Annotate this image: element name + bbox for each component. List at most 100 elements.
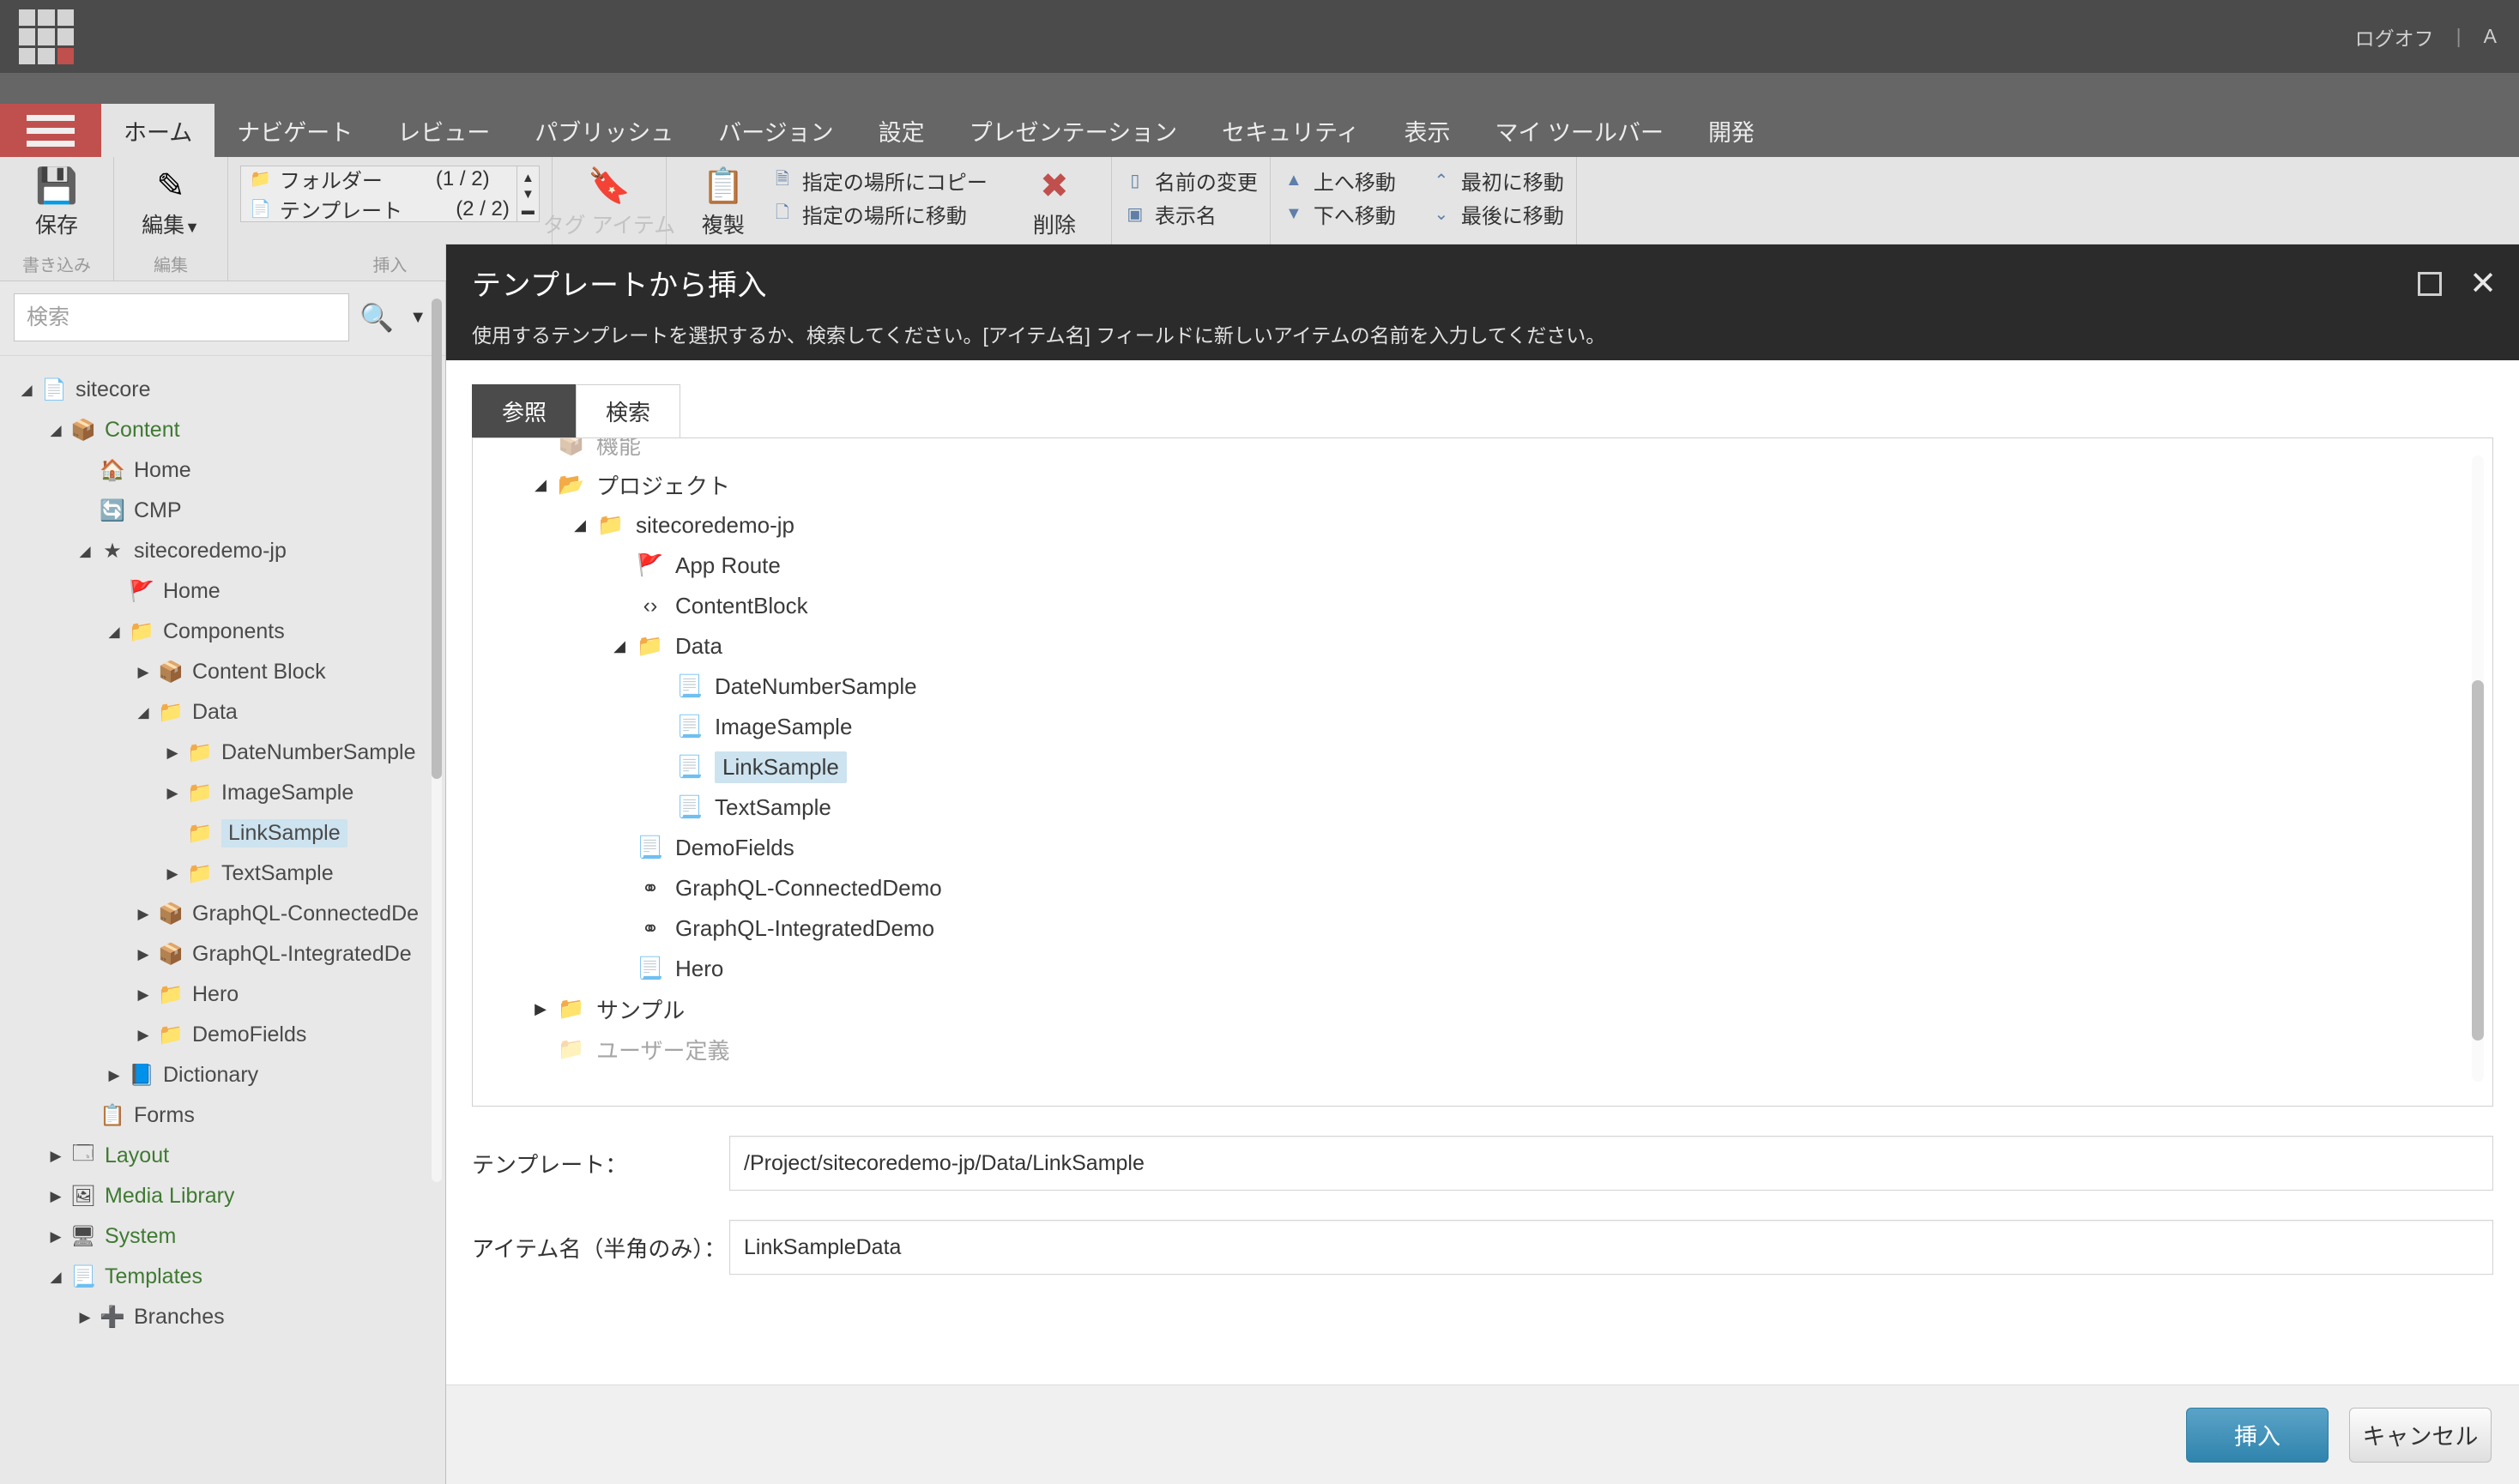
content-tree[interactable]: ◢ 📄 sitecore ◢ 📦 Content 🏠 Home 🔄 CMP ◢ ★ sitecorede… <box>0 355 445 1479</box>
duplicate-button[interactable]: 📋 複製 <box>679 162 768 239</box>
tab-versions[interactable]: バージョン <box>696 104 855 157</box>
maximize-icon[interactable] <box>2418 272 2443 296</box>
twisty-expanded-icon[interactable]: ◢ <box>101 624 127 641</box>
twisty-expanded-icon[interactable]: ◢ <box>526 476 555 494</box>
tree-node[interactable]: ◢ 📁 Data <box>473 626 2492 667</box>
twisty-expanded-icon[interactable]: ◢ <box>130 704 156 721</box>
display-name-button[interactable]: ▣ 表示名 <box>1124 199 1258 229</box>
tree-node[interactable]: 🚩 App Route <box>473 546 2492 586</box>
tree-node[interactable]: 📃 ImageSample <box>473 707 2492 747</box>
twisty-collapsed-icon[interactable]: ▶ <box>43 1228 69 1246</box>
chevron-down-icon[interactable]: ▼ <box>522 187 535 202</box>
twisty-expanded-icon[interactable]: ◢ <box>565 516 595 534</box>
twisty-expanded-icon[interactable]: ◢ <box>43 1269 69 1286</box>
tree-node[interactable]: ▶ ➕ Branches <box>0 1297 445 1337</box>
tree-node[interactable]: ◢ 📄 sitecore <box>0 370 445 410</box>
twisty-expanded-icon[interactable]: ◢ <box>14 382 39 399</box>
tree-node[interactable]: ▶ 🖥 System <box>0 1216 445 1257</box>
tree-node[interactable]: 🚩 Home <box>0 571 445 612</box>
tab-navigate[interactable]: ナビゲート <box>214 104 375 157</box>
sitecore-logo-icon[interactable] <box>19 9 74 64</box>
insert-gallery[interactable]: 📁 フォルダー (1 / 2) 📄 テンプレート (2 / 2) ▲ ▼ ▬ <box>240 164 540 224</box>
twisty-collapsed-icon[interactable]: ▶ <box>72 1309 98 1326</box>
twisty-collapsed-icon[interactable]: ▶ <box>160 745 185 762</box>
tree-node[interactable]: 📁 LinkSample <box>0 813 445 854</box>
tab-security[interactable]: セキュリティ <box>1199 104 1381 157</box>
tree-node[interactable]: ‹› ContentBlock <box>473 586 2492 626</box>
twisty-collapsed-icon[interactable]: ▶ <box>130 1027 156 1044</box>
template-tree[interactable]: 📦 機能 ◢ 📂 プロジェクト ◢ 📁 sitecoredemo-jp 🚩 App Route ‹›… <box>473 438 2492 1077</box>
rename-button[interactable]: ▯ 名前の変更 <box>1124 166 1258 196</box>
save-button[interactable]: 💾 保存 <box>12 162 101 239</box>
tree-node[interactable]: ◢ 📁 sitecoredemo-jp <box>473 505 2492 546</box>
cancel-button[interactable]: キャンセル <box>2349 1407 2492 1463</box>
move-to-button[interactable]: 🗋 指定の場所に移動 <box>771 199 988 229</box>
sidebar-scrollbar-thumb[interactable] <box>432 299 442 779</box>
tree-node[interactable]: ▶ 📁 DemoFields <box>0 1015 445 1055</box>
tab-view[interactable]: 表示 <box>1382 104 1473 157</box>
tree-node[interactable]: ◢ 📃 Templates <box>0 1257 445 1297</box>
move-last-button[interactable]: ⌄ 最後に移動 <box>1430 199 1563 229</box>
tree-node[interactable]: 📃 DateNumberSample <box>473 667 2492 707</box>
tree-node[interactable]: ◢ ★ sitecoredemo-jp <box>0 531 445 571</box>
twisty-collapsed-icon[interactable]: ▶ <box>526 1000 555 1018</box>
insert-button[interactable]: 挿入 <box>2186 1407 2329 1463</box>
tree-node[interactable]: 🏠 Home <box>0 450 445 491</box>
close-icon[interactable]: ✕ <box>2469 268 2497 300</box>
hamburger-menu-icon[interactable] <box>0 104 101 157</box>
tree-node[interactable]: ⚭ GraphQL-ConnectedDemo <box>473 868 2492 908</box>
template-tree-scrollbar-thumb[interactable] <box>2472 680 2484 1041</box>
tree-node[interactable]: 📁 ユーザー定義 <box>473 1029 2492 1070</box>
tree-node[interactable]: 📃 LinkSample <box>473 747 2492 787</box>
tree-node[interactable]: ▶ 📁 サンプル <box>473 989 2492 1029</box>
tree-node[interactable]: ◢ 📁 Data <box>0 692 445 733</box>
tree-node[interactable]: ◢ 📦 Content <box>0 410 445 450</box>
insert-gallery-spinner[interactable]: ▲ ▼ ▬ <box>516 166 539 221</box>
twisty-expanded-icon[interactable]: ◢ <box>43 422 69 439</box>
tree-node[interactable]: 🔄 CMP <box>0 491 445 531</box>
tab-search[interactable]: 検索 <box>576 384 681 437</box>
tab-developer[interactable]: 開発 <box>1686 104 1777 157</box>
user-label[interactable]: A <box>2484 25 2497 48</box>
tree-node[interactable]: ◢ 📁 Components <box>0 612 445 652</box>
twisty-collapsed-icon[interactable]: ▶ <box>130 906 156 923</box>
template-path-input[interactable] <box>729 1136 2493 1191</box>
tab-home[interactable]: ホーム <box>101 104 215 157</box>
logoff-link[interactable]: ログオフ <box>2355 22 2434 51</box>
twisty-collapsed-icon[interactable]: ▶ <box>43 1148 69 1165</box>
tab-review[interactable]: レビュー <box>375 104 512 157</box>
tab-browse[interactable]: 参照 <box>472 384 577 437</box>
tree-node[interactable]: ▶ 🖼 Media Library <box>0 1176 445 1216</box>
tree-node[interactable]: ▶ 📘 Dictionary <box>0 1055 445 1095</box>
insert-option-template[interactable]: 📄 テンプレート (2 / 2) <box>250 194 510 224</box>
tab-configure[interactable]: 設定 <box>856 104 947 157</box>
search-icon[interactable]: 🔍 <box>356 301 397 334</box>
template-tree-pane[interactable]: 📦 機能 ◢ 📂 プロジェクト ◢ 📁 sitecoredemo-jp 🚩 App Route ‹›… <box>472 437 2493 1107</box>
tree-node[interactable]: ▶ 📁 DateNumberSample <box>0 733 445 773</box>
edit-button[interactable]: ✎ 編集▼ <box>126 162 215 239</box>
tree-node[interactable]: 📃 TextSample <box>473 787 2492 828</box>
delete-button[interactable]: ✖ 削除 <box>1010 162 1099 239</box>
tree-node[interactable]: ▶ 📦 GraphQL-ConnectedDe <box>0 894 445 934</box>
move-down-button[interactable]: ▼ 下へ移動 <box>1283 199 1396 229</box>
copy-to-button[interactable]: 🗎 指定の場所にコピー <box>771 166 988 196</box>
chevron-down-icon[interactable]: ▼ <box>404 308 432 328</box>
tab-presentation[interactable]: プレゼンテーション <box>947 104 1199 157</box>
move-up-button[interactable]: ▲ 上へ移動 <box>1283 166 1396 196</box>
tree-node[interactable]: ▶ 📦 Content Block <box>0 652 445 692</box>
tree-node[interactable]: 📋 Forms <box>0 1095 445 1136</box>
twisty-collapsed-icon[interactable]: ▶ <box>160 785 185 802</box>
tab-publish[interactable]: パブリッシュ <box>512 104 696 157</box>
sidebar-scrollbar[interactable] <box>432 299 442 1182</box>
item-name-input[interactable] <box>729 1220 2493 1275</box>
insert-option-folder[interactable]: 📁 フォルダー (1 / 2) <box>250 164 510 194</box>
tree-node[interactable]: ▶ 📦 GraphQL-IntegratedDe <box>0 934 445 974</box>
twisty-expanded-icon[interactable]: ◢ <box>72 543 98 560</box>
twisty-collapsed-icon[interactable]: ▶ <box>43 1188 69 1205</box>
template-tree-scrollbar[interactable] <box>2472 455 2484 1082</box>
expand-icon[interactable]: ▬ <box>522 203 535 218</box>
tag-item-button[interactable]: 🔖 タグ アイテム <box>543 162 675 239</box>
move-first-button[interactable]: ⌃ 最初に移動 <box>1430 166 1563 196</box>
twisty-collapsed-icon[interactable]: ▶ <box>130 946 156 963</box>
tree-node[interactable]: ⚭ GraphQL-IntegratedDemo <box>473 908 2492 949</box>
